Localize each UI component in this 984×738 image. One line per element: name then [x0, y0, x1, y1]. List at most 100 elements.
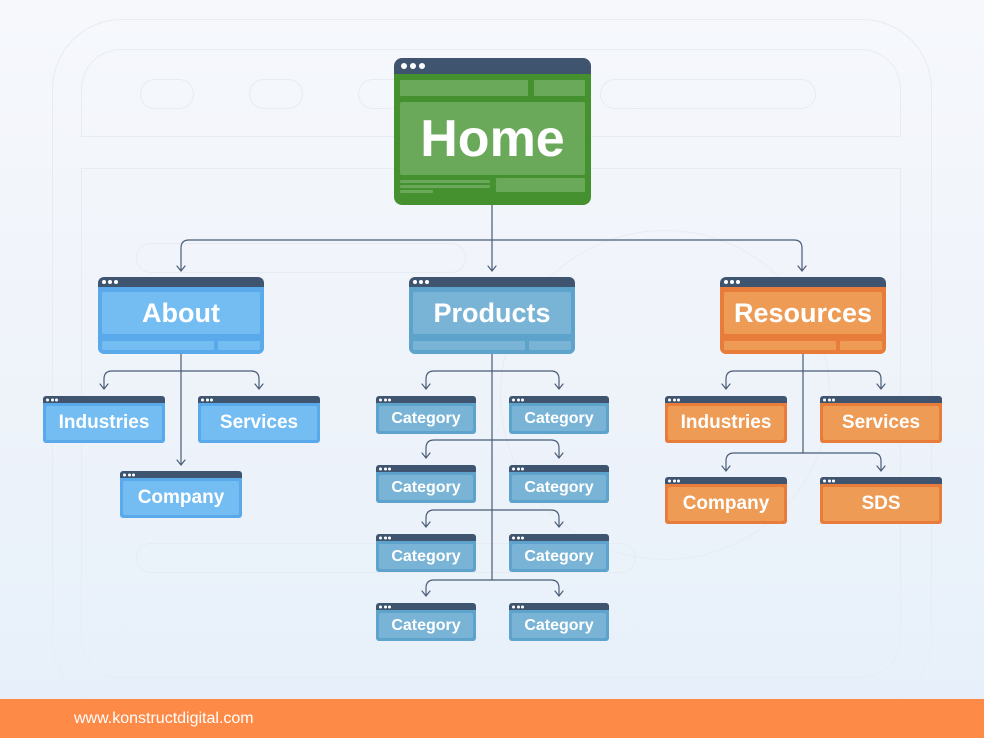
window-body: Category: [376, 610, 476, 641]
node-label: Company: [123, 481, 239, 515]
window-dots-icon: [724, 280, 740, 284]
window-titlebar: [409, 277, 575, 287]
text-line-2: [400, 185, 490, 188]
footer-block-small: [529, 341, 571, 350]
node-label: Category: [379, 544, 473, 569]
window-titlebar: [198, 396, 320, 403]
footer-block-small: [840, 341, 882, 350]
node-resources-services[interactable]: Services: [820, 396, 942, 443]
window-dots-icon: [512, 467, 524, 470]
node-category[interactable]: Category: [376, 603, 476, 641]
window-dots-icon: [401, 63, 425, 69]
window-titlebar: [120, 471, 242, 478]
window-titlebar: [394, 58, 591, 74]
text-line-3: [400, 190, 433, 193]
window-dots-icon: [46, 398, 58, 401]
window-dots-icon: [379, 467, 391, 470]
header-block-small: [534, 80, 585, 96]
node-category[interactable]: Category: [376, 465, 476, 503]
window-titlebar: [509, 534, 609, 541]
node-category[interactable]: Category: [509, 603, 609, 641]
node-label: Services: [201, 406, 317, 440]
node-category[interactable]: Category: [509, 465, 609, 503]
text-line-1: [400, 180, 490, 183]
node-category[interactable]: Category: [509, 396, 609, 434]
branch-connector: [425, 579, 560, 597]
window-body: Category: [509, 472, 609, 503]
node-label: SDS: [823, 487, 939, 521]
node-about-industries[interactable]: Industries: [43, 396, 165, 443]
node-category[interactable]: Category: [376, 396, 476, 434]
window-body: SDS: [820, 484, 942, 524]
footer-block-wide: [413, 341, 525, 350]
window-dots-icon: [512, 536, 524, 539]
window-dots-icon: [201, 398, 213, 401]
window-body: Category: [509, 403, 609, 434]
window-titlebar: [509, 465, 609, 472]
node-about[interactable]: About: [98, 277, 264, 354]
window-dots-icon: [102, 280, 118, 284]
node-label: Products: [413, 292, 571, 334]
node-home[interactable]: Home: [394, 58, 591, 205]
node-label: Resources: [724, 292, 882, 334]
window-body: Category: [376, 472, 476, 503]
footer-block: [496, 178, 585, 192]
window-dots-icon: [512, 605, 524, 608]
node-about-services[interactable]: Services: [198, 396, 320, 443]
node-resources-company[interactable]: Company: [665, 477, 787, 524]
footer-url-link[interactable]: www.konstructdigital.com: [74, 710, 254, 728]
node-category[interactable]: Category: [376, 534, 476, 572]
footer-block-wide: [724, 341, 836, 350]
node-resources-industries[interactable]: Industries: [665, 396, 787, 443]
window-body: Category: [376, 541, 476, 572]
window-dots-icon: [413, 280, 429, 284]
window-titlebar: [820, 477, 942, 484]
window-dots-icon: [123, 473, 135, 476]
node-label: Category: [379, 613, 473, 638]
window-titlebar: [98, 277, 264, 287]
window-titlebar: [509, 603, 609, 610]
window-titlebar: [820, 396, 942, 403]
node-label: Company: [668, 487, 784, 521]
window-titlebar: [43, 396, 165, 403]
node-about-company[interactable]: Company: [120, 471, 242, 518]
node-label: Industries: [668, 406, 784, 440]
node-category[interactable]: Category: [509, 534, 609, 572]
window-titlebar: [509, 396, 609, 403]
window-body: Services: [198, 403, 320, 443]
window-titlebar: [376, 534, 476, 541]
node-label: Home: [400, 102, 585, 175]
window-titlebar: [665, 396, 787, 403]
node-resources[interactable]: Resources: [720, 277, 886, 354]
node-products[interactable]: Products: [409, 277, 575, 354]
window-body: Industries: [43, 403, 165, 443]
footer-block-small: [218, 341, 260, 350]
footer-bar: www.konstructdigital.com: [0, 699, 984, 738]
window-dots-icon: [668, 479, 680, 482]
branch-connector: [725, 452, 882, 472]
window-titlebar: [376, 465, 476, 472]
window-body: Resources: [720, 287, 886, 354]
window-body: Company: [120, 478, 242, 518]
window-dots-icon: [379, 605, 391, 608]
node-label: Category: [379, 475, 473, 500]
node-label: About: [102, 292, 260, 334]
window-dots-icon: [379, 536, 391, 539]
node-label: Category: [512, 475, 606, 500]
node-resources-sds[interactable]: SDS: [820, 477, 942, 524]
window-dots-icon: [668, 398, 680, 401]
node-label: Category: [512, 613, 606, 638]
window-body: Company: [665, 484, 787, 524]
window-body: Category: [509, 610, 609, 641]
node-label: Category: [512, 544, 606, 569]
window-dots-icon: [823, 479, 835, 482]
node-label: Category: [379, 406, 473, 431]
node-label: Services: [823, 406, 939, 440]
window-body: Category: [509, 541, 609, 572]
window-titlebar: [376, 396, 476, 403]
window-titlebar: [376, 603, 476, 610]
window-dots-icon: [379, 398, 391, 401]
footer-block-wide: [102, 341, 214, 350]
window-body: Industries: [665, 403, 787, 443]
window-titlebar: [720, 277, 886, 287]
